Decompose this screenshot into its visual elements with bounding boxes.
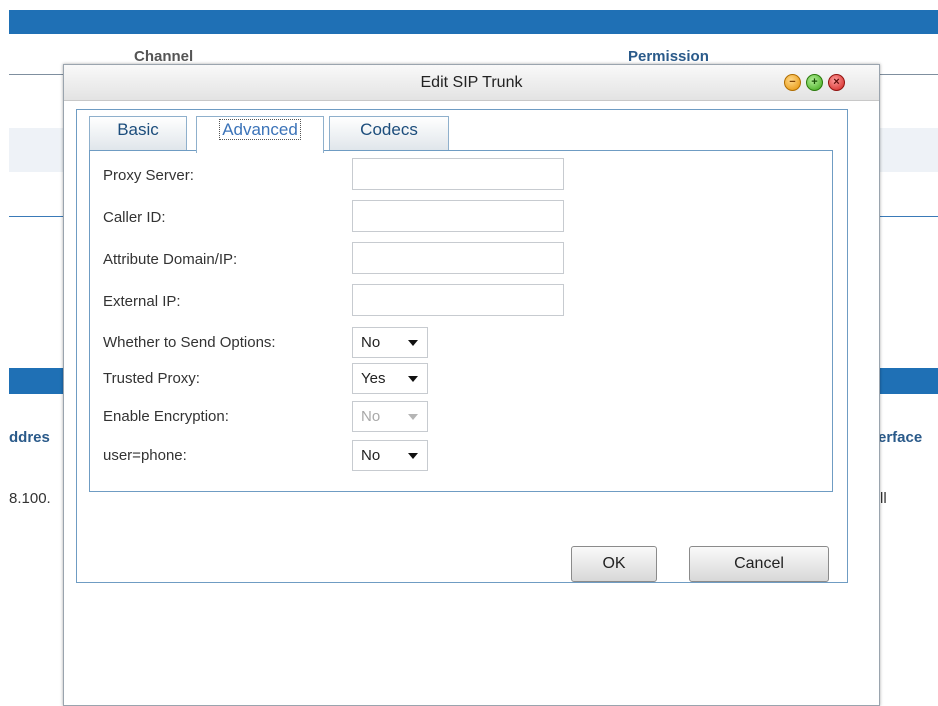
advanced-panel: Proxy Server: Caller ID: Attribute Domai… xyxy=(89,150,833,492)
trusted-proxy-row: Trusted Proxy: Yes xyxy=(90,361,832,395)
proxy-server-label: Proxy Server: xyxy=(103,167,194,184)
user-phone-label: user=phone: xyxy=(103,447,187,464)
tab-basic[interactable]: Basic xyxy=(89,116,187,151)
interface-cell-fragment: ll xyxy=(880,490,887,507)
dialog-titlebar[interactable]: Edit SIP Trunk − + × xyxy=(64,65,879,101)
tab-basic-label: Basic xyxy=(117,120,159,139)
tab-codecs-label: Codecs xyxy=(360,120,418,139)
trusted-proxy-select[interactable]: Yes xyxy=(352,363,428,394)
edit-sip-trunk-dialog: Edit SIP Trunk − + × Basic Advanced Code… xyxy=(63,64,880,706)
address-cell-fragment: 8.100. xyxy=(9,490,51,507)
top-blue-bar xyxy=(9,10,938,34)
interface-header-fragment: erface xyxy=(878,429,923,446)
chevron-down-icon xyxy=(408,340,418,346)
encryption-row: Enable Encryption: No xyxy=(90,399,832,433)
attribute-domain-input[interactable] xyxy=(352,242,564,274)
user-phone-value: No xyxy=(361,447,381,464)
tab-advanced[interactable]: Advanced xyxy=(196,116,324,153)
tab-advanced-label: Advanced xyxy=(219,119,301,140)
dialog-title: Edit SIP Trunk xyxy=(420,74,523,91)
maximize-icon[interactable]: + xyxy=(806,74,823,91)
caller-id-input[interactable] xyxy=(352,200,564,232)
chevron-down-icon xyxy=(408,414,418,420)
send-options-label: Whether to Send Options: xyxy=(103,334,276,351)
external-ip-row: External IP: xyxy=(90,284,832,318)
encryption-select: No xyxy=(352,401,428,432)
dialog-content: Basic Advanced Codecs Proxy Server: Call… xyxy=(76,109,848,583)
chevron-down-icon xyxy=(408,376,418,382)
encryption-value: No xyxy=(361,408,381,425)
attribute-domain-label: Attribute Domain/IP: xyxy=(103,251,238,268)
user-phone-select[interactable]: No xyxy=(352,440,428,471)
send-options-value: No xyxy=(361,334,381,351)
send-options-row: Whether to Send Options: No xyxy=(90,325,832,359)
caller-id-row: Caller ID: xyxy=(90,200,832,234)
trusted-proxy-value: Yes xyxy=(361,370,386,387)
send-options-select[interactable]: No xyxy=(352,327,428,358)
attribute-domain-row: Attribute Domain/IP: xyxy=(90,242,832,276)
external-ip-input[interactable] xyxy=(352,284,564,316)
permission-header: Permission xyxy=(628,48,709,65)
encryption-label: Enable Encryption: xyxy=(103,408,229,425)
proxy-server-row: Proxy Server: xyxy=(90,158,832,192)
tab-codecs[interactable]: Codecs xyxy=(329,116,449,151)
user-phone-row: user=phone: No xyxy=(90,438,832,472)
address-header-fragment: ddres xyxy=(9,429,50,446)
close-icon[interactable]: × xyxy=(828,74,845,91)
external-ip-label: External IP: xyxy=(103,293,181,310)
channel-header: Channel xyxy=(134,48,194,65)
caller-id-label: Caller ID: xyxy=(103,209,166,226)
trusted-proxy-label: Trusted Proxy: xyxy=(103,370,200,387)
minimize-icon[interactable]: − xyxy=(784,74,801,91)
ok-button[interactable]: OK xyxy=(571,546,657,582)
cancel-button[interactable]: Cancel xyxy=(689,546,829,582)
button-row: OK Cancel xyxy=(77,546,847,582)
proxy-server-input[interactable] xyxy=(352,158,564,190)
chevron-down-icon xyxy=(408,453,418,459)
